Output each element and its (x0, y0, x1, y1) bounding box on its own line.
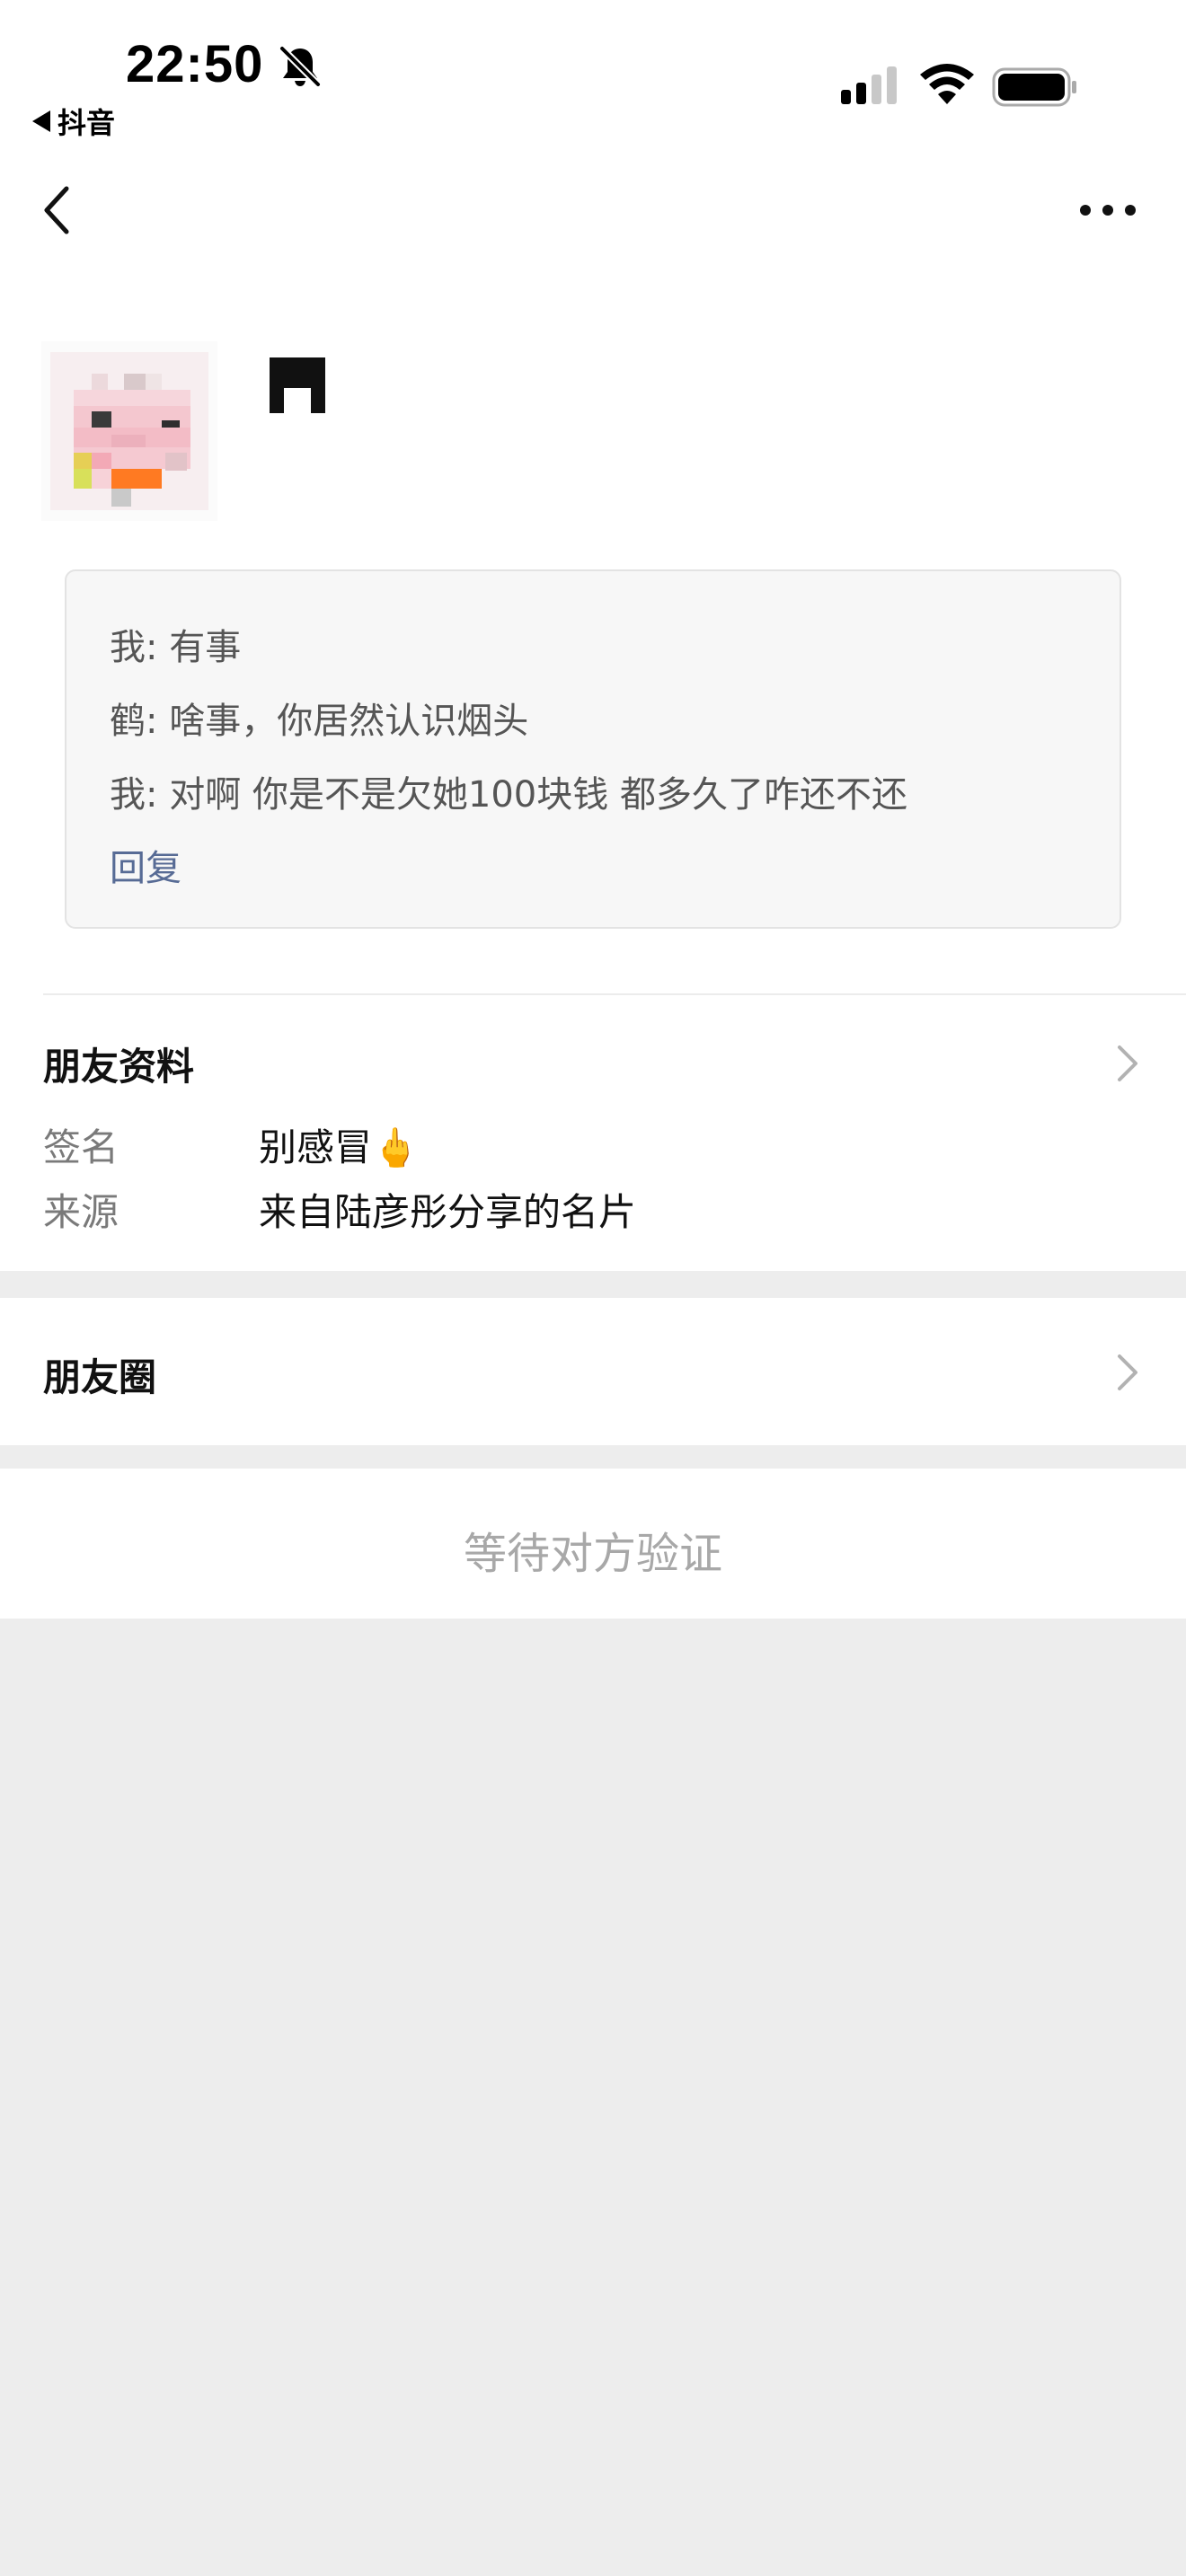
source-label: 来源 (43, 1190, 119, 1234)
message-line: 我: 有事 (110, 627, 242, 668)
reply-link[interactable]: 回复 (110, 839, 181, 891)
pending-verification-label: 等待对方验证 (463, 1529, 722, 1579)
divider (43, 993, 1186, 995)
message-line: 鹤: 啥事，你居然认识烟头 (110, 701, 529, 742)
avatar[interactable] (41, 341, 217, 521)
signature-value: 别感冒🖕 (259, 1125, 420, 1169)
wifi-icon (920, 64, 974, 104)
chevron-right-icon (1118, 1354, 1137, 1390)
message-line: 我: 对啊 你是不是欠她100块钱 都多久了咋还不还 (110, 774, 907, 816)
moments-row[interactable] (0, 1298, 1186, 1445)
cellular-signal-icon (841, 66, 897, 104)
bell-slash-icon (279, 45, 322, 88)
battery-icon (992, 67, 1076, 107)
section-gap (0, 1445, 1186, 1469)
friend-info-title: 朋友资料 (43, 1045, 195, 1089)
signature-label: 签名 (43, 1125, 119, 1169)
more-dots-icon[interactable] (1078, 196, 1137, 225)
source-value: 来自陆彦彤分享的名片 (259, 1190, 637, 1234)
chevron-right-icon (1118, 1045, 1137, 1081)
back-triangle-icon (32, 110, 50, 132)
chevron-left-icon[interactable] (40, 183, 75, 237)
section-gap (0, 1271, 1186, 1298)
moments-title: 朋友圈 (43, 1355, 157, 1399)
greeting-messages-box: 我: 有事 鹤: 啥事，你居然认识烟头 我: 对啊 你是不是欠她100块钱 都多… (65, 569, 1121, 929)
back-app-label: 抖音 (58, 106, 116, 140)
back-to-app-link[interactable]: 抖音 (32, 101, 115, 142)
nickname-block-icon (270, 357, 325, 413)
status-time: 22:50 (126, 35, 264, 93)
